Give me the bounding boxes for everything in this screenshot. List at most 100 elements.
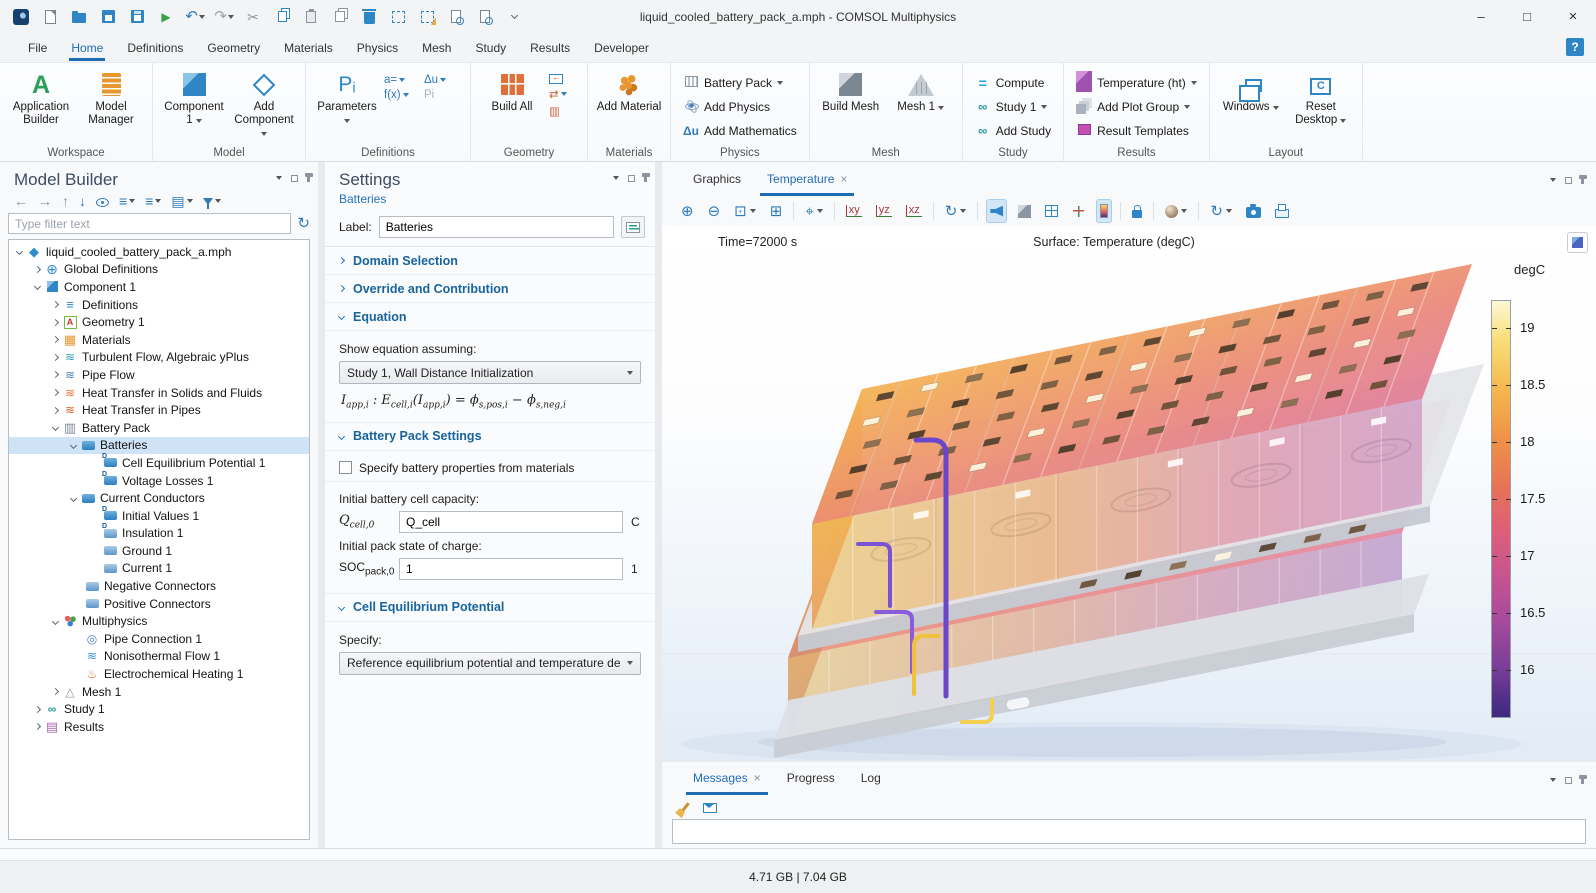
chevron-down-icon[interactable]	[70, 495, 77, 502]
ribbon-battery-pack-button[interactable]: Battery Pack	[679, 72, 801, 94]
chevron-right-icon[interactable]	[52, 319, 59, 326]
message-window-icon[interactable]	[703, 803, 717, 813]
chevron-right-icon[interactable]	[34, 266, 41, 273]
panel-maximize-icon[interactable]	[291, 175, 298, 182]
equation-assuming-dropdown[interactable]: Study 1, Wall Distance Initialization	[339, 361, 641, 384]
forward-icon[interactable]: →	[38, 194, 52, 208]
appearance-icon[interactable]	[1162, 199, 1190, 223]
menu-definitions[interactable]: Definitions	[115, 36, 195, 60]
move-down-icon[interactable]: ↓	[79, 194, 86, 208]
tree-item-electrochemical-heating-1[interactable]: Electrochemical Heating 1	[9, 665, 309, 683]
section-equation[interactable]: Equation	[325, 303, 655, 331]
close-button[interactable]: ×	[1550, 0, 1596, 33]
tree-item-turbulent-flow-algebraic-yplus[interactable]: Turbulent Flow, Algebraic yPlus	[9, 349, 309, 367]
lock-icon[interactable]	[1129, 199, 1145, 223]
tree-item-geometry-1[interactable]: Geometry 1	[9, 313, 309, 331]
run-icon[interactable]: ▶	[155, 6, 177, 28]
select-box-icon[interactable]	[387, 6, 409, 28]
soc-input[interactable]	[399, 558, 623, 580]
panel-menu-icon[interactable]	[1550, 778, 1556, 782]
tree-item-insulation-1[interactable]: Insulation 1	[9, 525, 309, 543]
panel-pin-icon[interactable]	[307, 174, 310, 182]
ribbon-result-templates-button[interactable]: Result Templates	[1072, 120, 1201, 142]
rename-button[interactable]	[621, 216, 645, 238]
more-chevron-icon[interactable]	[503, 6, 525, 28]
section-cell-equilibrium-potential[interactable]: Cell Equilibrium Potential	[325, 594, 655, 622]
chevron-right-icon[interactable]	[52, 354, 59, 361]
save-icon[interactable]	[97, 6, 119, 28]
clear-selection-icon[interactable]	[416, 6, 438, 28]
chevron-right-icon[interactable]	[34, 706, 41, 713]
cut-icon[interactable]: ✂	[242, 6, 264, 28]
tree-item-study-1[interactable]: Study 1	[9, 700, 309, 718]
menu-physics[interactable]: Physics	[345, 36, 410, 60]
messages-tab-progress[interactable]: Progress	[774, 761, 848, 795]
chevron-right-icon[interactable]	[52, 389, 59, 396]
ribbon-add-component-button[interactable]: Add Component	[231, 68, 297, 140]
chevron-right-icon[interactable]	[52, 301, 59, 308]
ribbon-build-all-button[interactable]: Build All	[479, 68, 545, 140]
tree-item-component-1[interactable]: Component 1	[9, 278, 309, 296]
messages-tab-log[interactable]: Log	[848, 761, 894, 795]
tree-item-negative-connectors[interactable]: Negative Connectors	[9, 577, 309, 595]
axis-orientation-icon[interactable]	[1069, 199, 1088, 223]
zoom-extents-icon[interactable]: ⊞	[767, 199, 786, 223]
tree-item-results[interactable]: Results	[9, 718, 309, 736]
snapshot-icon[interactable]	[1243, 199, 1264, 223]
copy-icon[interactable]	[271, 6, 293, 28]
find-in-doc-icon[interactable]	[445, 6, 467, 28]
zoom-out-icon[interactable]: ⊖	[705, 199, 724, 223]
panel-divider[interactable]	[318, 162, 325, 848]
color-legend-icon[interactable]	[1096, 199, 1112, 223]
capacity-input[interactable]	[399, 511, 623, 533]
print-icon[interactable]	[1272, 199, 1292, 223]
tree-item-materials[interactable]: Materials	[9, 331, 309, 349]
back-icon[interactable]: ←	[14, 194, 28, 208]
tree-item-liquid-cooled-battery-pack-a-mph[interactable]: liquid_cooled_battery_pack_a.mph	[9, 243, 309, 261]
zoom-box-icon[interactable]: ⊡	[731, 199, 759, 223]
show-icon[interactable]	[96, 198, 109, 207]
graphics-canvas[interactable]: Time=72000 s Surface: Temperature (degC)…	[662, 226, 1596, 760]
help-button[interactable]: ?	[1566, 38, 1584, 56]
move-up-icon[interactable]: ↑	[62, 194, 69, 208]
panel-maximize-icon[interactable]	[1565, 777, 1572, 784]
ribbon-temperature-ht-button[interactable]: Temperature (ht)	[1072, 72, 1201, 94]
rotate-icon[interactable]: ↻	[942, 199, 970, 223]
chevron-right-icon[interactable]	[52, 407, 59, 414]
menu-results[interactable]: Results	[518, 36, 582, 60]
chevron-down-icon[interactable]	[34, 283, 41, 290]
chevron-right-icon[interactable]	[52, 371, 59, 378]
menu-file[interactable]: File	[16, 36, 59, 60]
tree-item-pipe-connection-1[interactable]: Pipe Connection 1	[9, 630, 309, 648]
clear-messages-icon[interactable]	[681, 802, 689, 811]
close-icon[interactable]: ×	[754, 771, 761, 785]
view-xz-icon[interactable]: xz	[903, 199, 925, 223]
view-yz-icon[interactable]: yz	[873, 199, 895, 223]
tree-item-cell-equilibrium-potential-1[interactable]: Cell Equilibrium Potential 1	[9, 454, 309, 472]
tree-item-initial-values-1[interactable]: Initial Values 1	[9, 507, 309, 525]
ribbon-add-material-button[interactable]: Add Material	[596, 68, 662, 140]
update-icon[interactable]: ↻	[1207, 199, 1235, 223]
panel-divider[interactable]	[655, 162, 662, 848]
ribbon-add-physics-button[interactable]: Add Physics	[679, 96, 801, 118]
maximize-button[interactable]: □	[1504, 0, 1550, 33]
section-battery-pack-settings[interactable]: Battery Pack Settings	[325, 423, 655, 451]
menu-home[interactable]: Home	[59, 36, 115, 60]
ribbon-component-1-button[interactable]: Component 1	[161, 68, 227, 140]
ribbon-reset-desktop-button[interactable]: CReset Desktop	[1288, 68, 1354, 140]
go-to-default-view-icon[interactable]: ⌖	[802, 199, 825, 223]
graphics-tab-graphics[interactable]: Graphics	[680, 162, 754, 196]
ribbon-insert-sequence-button[interactable]: ⇄	[549, 87, 579, 101]
chevron-right-icon[interactable]	[52, 688, 59, 695]
tree-item-ground-1[interactable]: Ground 1	[9, 542, 309, 560]
ribbon-variables-button[interactable]: a=	[384, 74, 422, 86]
tree-item-definitions[interactable]: Definitions	[9, 296, 309, 314]
ribbon-application-builder-button[interactable]: AApplication Builder	[8, 68, 74, 140]
chevron-right-icon[interactable]	[34, 723, 41, 730]
ribbon-model-manager-button[interactable]: Model Manager	[78, 68, 144, 140]
chevron-right-icon[interactable]	[52, 336, 59, 343]
tree-item-heat-transfer-in-solids-and-fluids[interactable]: Heat Transfer in Solids and Fluids	[9, 384, 309, 402]
paste-icon[interactable]	[300, 6, 322, 28]
panel-menu-icon[interactable]	[613, 176, 619, 180]
tree-filter-input[interactable]	[8, 213, 291, 234]
